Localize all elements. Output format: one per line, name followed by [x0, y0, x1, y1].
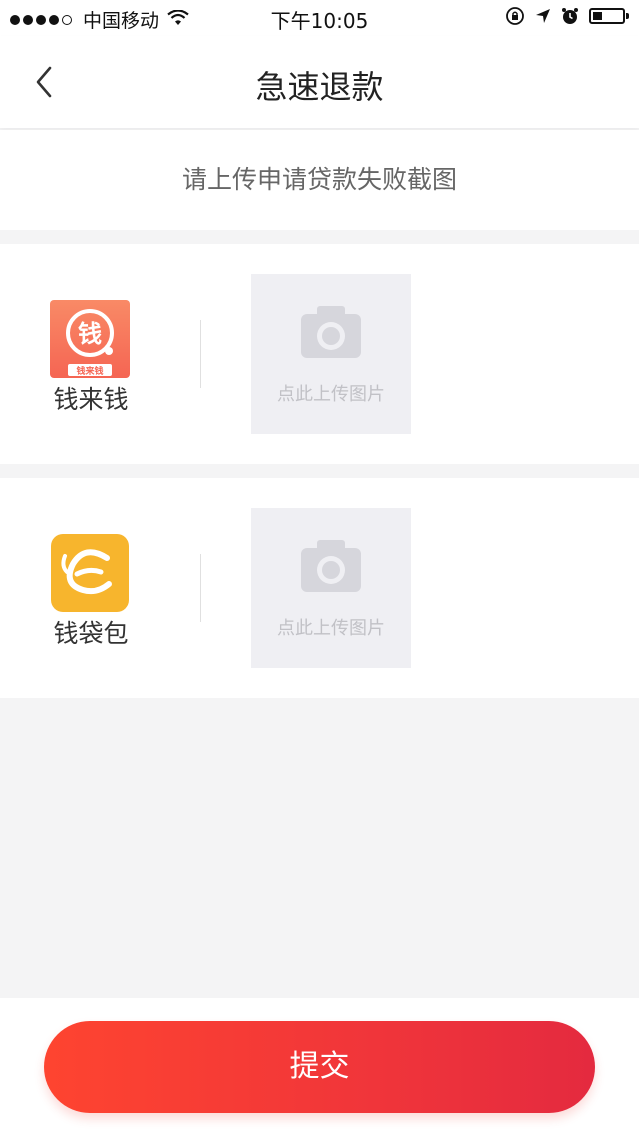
svg-text:钱来钱: 钱来钱 — [76, 365, 103, 377]
app-info: 钱袋包 — [40, 478, 142, 698]
submit-button[interactable]: 提交 — [44, 1021, 595, 1113]
divider — [200, 320, 201, 388]
upload-card-qianlaiqian: 钱 钱来钱 钱来钱 点此上传图片 — [0, 244, 639, 464]
upload-card-qiandaibao: 钱袋包 点此上传图片 — [0, 478, 639, 698]
page: 中国移动 下午10:05 急速退款 请上传申请贷款失败截图 钱 钱来钱 钱来钱 … — [0, 0, 639, 1136]
camera-icon — [301, 540, 361, 592]
app-info: 钱 钱来钱 钱来钱 — [40, 244, 142, 464]
location-icon — [535, 8, 551, 24]
divider — [200, 554, 201, 622]
status-bar: 中国移动 下午10:05 — [0, 0, 639, 36]
upload-label: 点此上传图片 — [277, 618, 385, 639]
qiandaibao-logo-icon — [51, 534, 129, 612]
app-name: 钱袋包 — [53, 619, 129, 648]
qianlaiqian-logo-icon: 钱 钱来钱 — [50, 300, 130, 378]
hint-text: 请上传申请贷款失败截图 — [181, 165, 457, 194]
hint-banner: 请上传申请贷款失败截图 — [0, 130, 639, 230]
app-name: 钱来钱 — [53, 385, 129, 414]
rotation-lock-icon — [505, 6, 525, 26]
page-title: 急速退款 — [255, 68, 384, 106]
footer: 提交 — [0, 998, 639, 1136]
upload-image-button[interactable]: 点此上传图片 — [251, 508, 411, 668]
nav-bar: 急速退款 — [0, 36, 639, 128]
battery-icon — [589, 8, 629, 24]
camera-icon — [301, 306, 361, 358]
svg-text:钱: 钱 — [78, 320, 102, 348]
upload-label: 点此上传图片 — [277, 384, 385, 405]
upload-image-button[interactable]: 点此上传图片 — [251, 274, 411, 434]
status-right — [495, 6, 629, 26]
alarm-icon — [561, 7, 579, 25]
